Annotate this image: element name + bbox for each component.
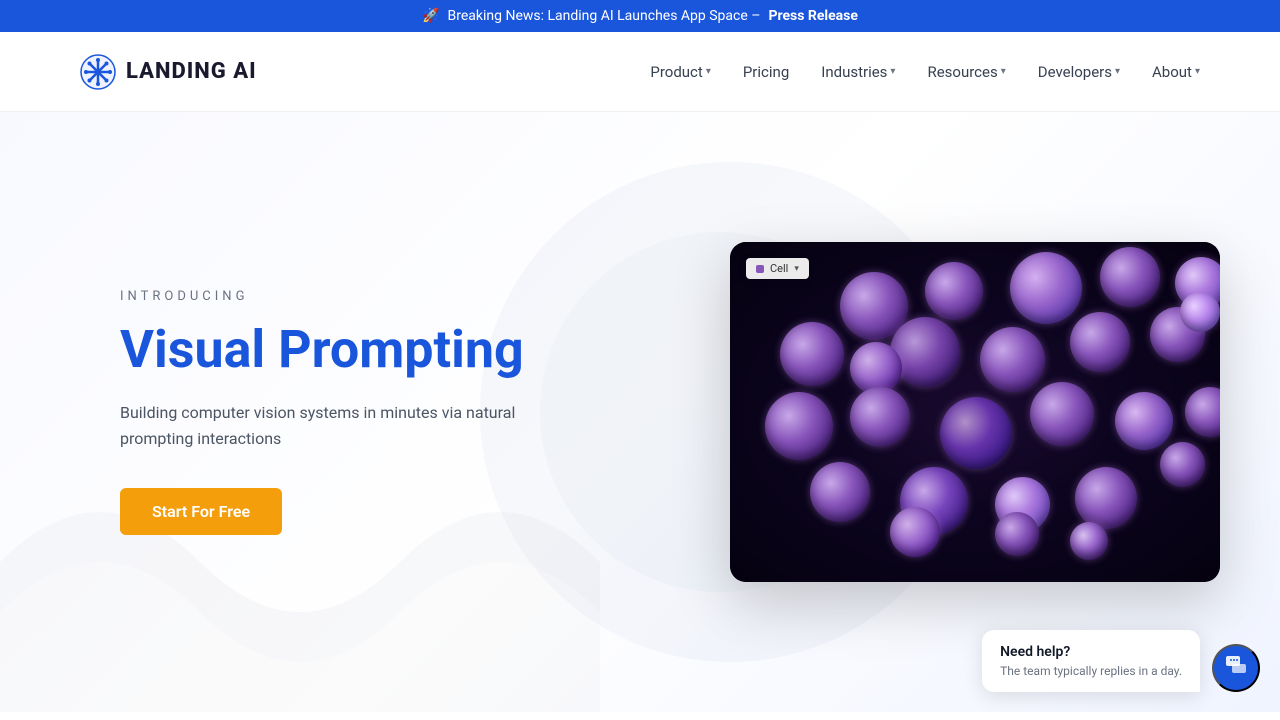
- nav-item-developers[interactable]: Developers ▾: [1038, 63, 1120, 81]
- nav-item-about[interactable]: About ▾: [1152, 63, 1200, 81]
- chat-bubble-title: Need help?: [1000, 644, 1182, 660]
- demo-image-frame: Cell ▾: [730, 242, 1220, 582]
- hero-title: Visual Prompting: [120, 320, 540, 380]
- chevron-down-icon: ▾: [706, 66, 711, 77]
- logo-text: LANDING AI: [126, 59, 257, 84]
- hero-tag: INTRODUCING: [120, 289, 540, 304]
- announcement-emoji: 🚀: [422, 8, 439, 24]
- chat-bubble-subtitle: The team typically replies in a day.: [1000, 664, 1182, 678]
- cell-label-text: Cell: [770, 262, 788, 275]
- nav-item-resources[interactable]: Resources ▾: [927, 63, 1005, 81]
- main-nav: Product ▾ Pricing Industries ▾ Resources…: [650, 63, 1200, 81]
- nav-item-industries[interactable]: Industries ▾: [821, 63, 895, 81]
- label-dropdown-icon: ▾: [794, 264, 799, 274]
- header: LANDING AI Product ▾ Pricing Industries …: [0, 32, 1280, 112]
- logo-icon: [80, 54, 116, 90]
- chevron-down-icon: ▾: [890, 66, 895, 77]
- chevron-down-icon: ▾: [1001, 66, 1006, 77]
- chat-open-button[interactable]: [1212, 644, 1260, 692]
- hero-left-content: INTRODUCING Visual Prompting Building co…: [0, 289, 540, 536]
- cell-label-overlay: Cell ▾: [746, 258, 809, 279]
- microscope-image: [730, 242, 1220, 582]
- chat-icon: [1224, 653, 1248, 683]
- nav-item-pricing[interactable]: Pricing: [743, 63, 789, 81]
- start-for-free-button[interactable]: Start For Free: [120, 488, 282, 535]
- hero-section: INTRODUCING Visual Prompting Building co…: [0, 112, 1280, 712]
- hero-right-image: Cell ▾: [730, 242, 1220, 582]
- chevron-down-icon: ▾: [1115, 66, 1120, 77]
- hero-description: Building computer vision systems in minu…: [120, 400, 540, 453]
- announcement-link[interactable]: Press Release: [768, 8, 857, 24]
- chevron-down-icon: ▾: [1195, 66, 1200, 77]
- chat-widget: Need help? The team typically replies in…: [982, 630, 1260, 692]
- logo[interactable]: LANDING AI: [80, 54, 257, 90]
- announcement-text: Breaking News: Landing AI Launches App S…: [448, 8, 761, 24]
- nav-item-product[interactable]: Product ▾: [650, 63, 710, 81]
- chat-bubble: Need help? The team typically replies in…: [982, 630, 1200, 692]
- label-color-dot: [756, 265, 764, 273]
- announcement-bar: 🚀 Breaking News: Landing AI Launches App…: [0, 0, 1280, 32]
